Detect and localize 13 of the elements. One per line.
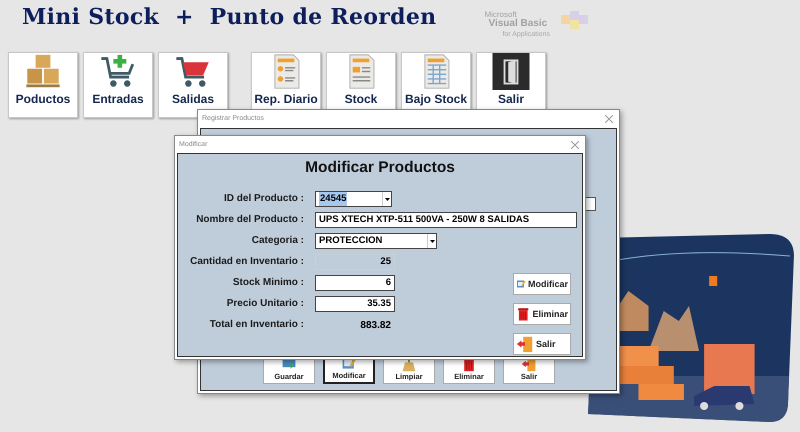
form-heading: Modificar Productos (304, 159, 456, 177)
total-value: 883.82 (359, 320, 392, 330)
field-label: Stock Minimo : (232, 276, 304, 290)
field-label: Categoria : (250, 234, 304, 248)
logo-brand: Microsoft (484, 10, 517, 19)
field-label: ID del Producto : (223, 192, 304, 206)
logo-product: Visual Basic (488, 18, 548, 29)
field-label: Cantidad en Inventario : (189, 255, 304, 269)
field-label: Total en Inventario : (208, 318, 304, 332)
app-title: Mini Stock + Punto de Reorden (22, 4, 436, 30)
field-label: Precio Unitario : (226, 297, 304, 311)
field-label: Nombre del Producto : (195, 213, 304, 227)
readonly-field: 25 (315, 254, 395, 270)
